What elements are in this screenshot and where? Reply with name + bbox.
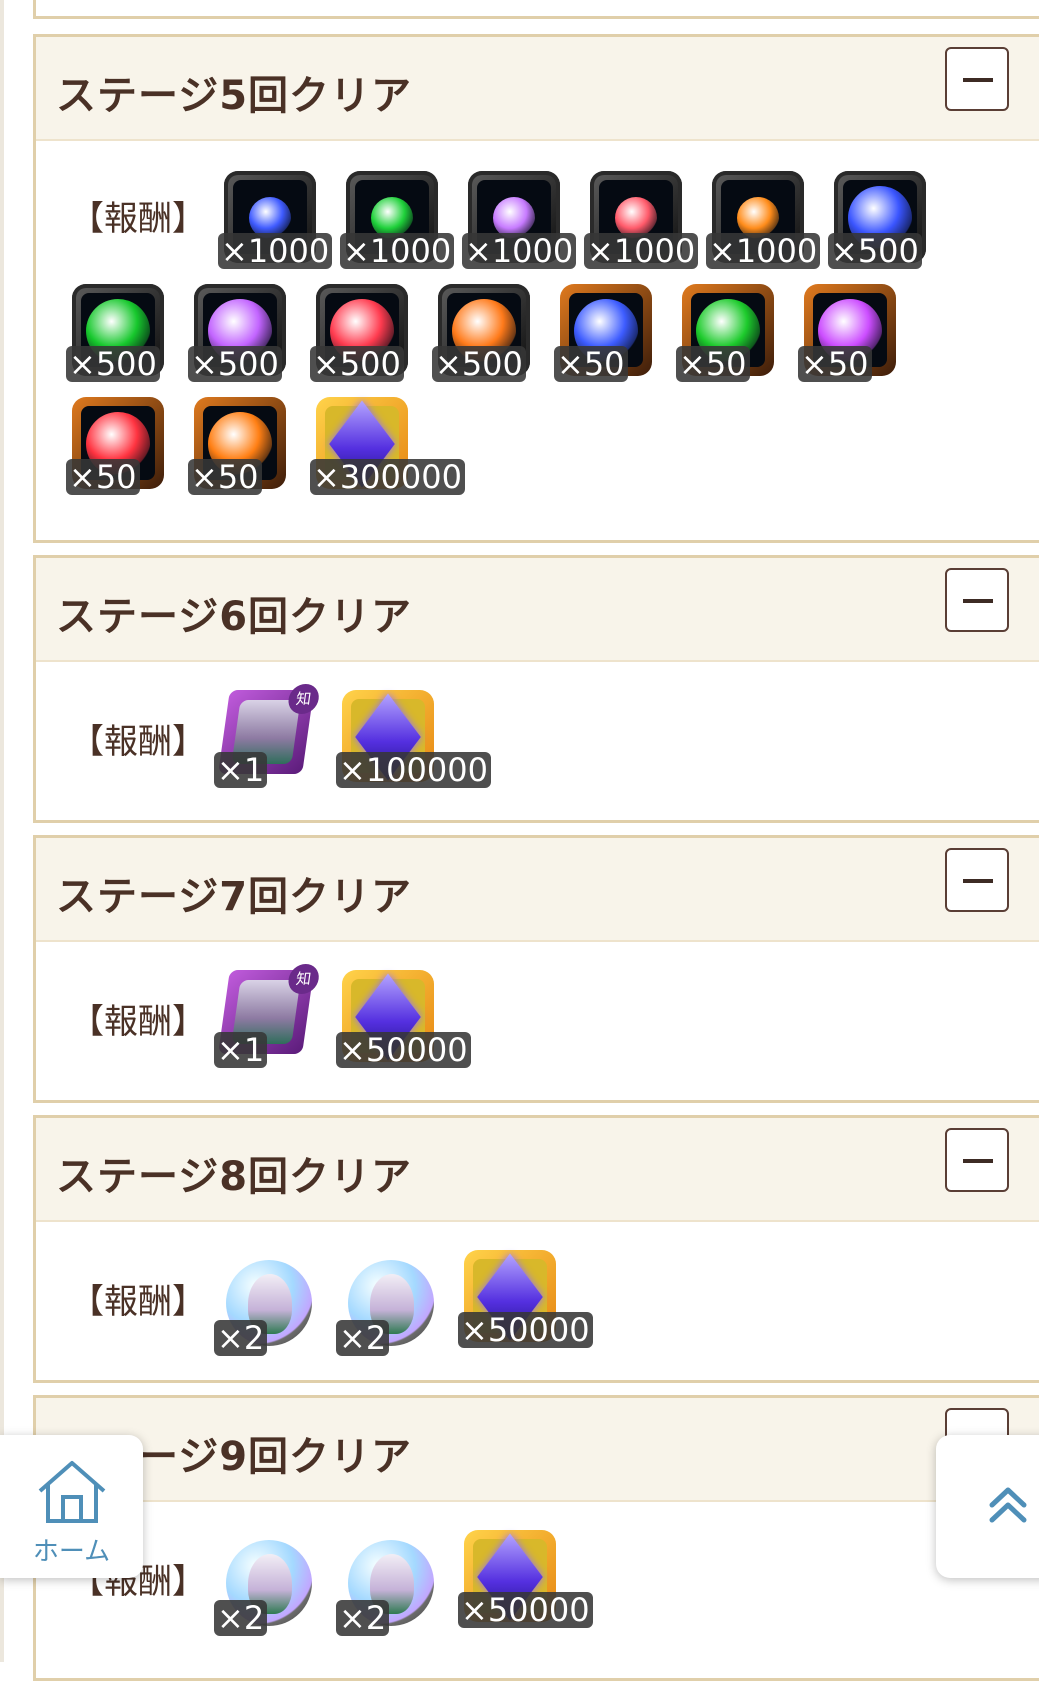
minus-icon <box>963 1159 993 1163</box>
section-title: ステージ5回クリア <box>56 73 413 119</box>
reward-item[interactable]: ×500 <box>188 284 288 384</box>
previous-section-bottom <box>33 0 1039 19</box>
collapse-toggle-button[interactable] <box>945 848 1009 912</box>
reward-item[interactable]: ×1000 <box>340 171 455 271</box>
section-title: ステージ6回クリア <box>56 594 413 640</box>
attribute-badge: 知 <box>286 684 321 714</box>
reward-item[interactable]: ×50000 <box>458 1530 593 1630</box>
reward-item[interactable]: ×1000 <box>462 171 577 271</box>
item-count: ×50 <box>798 346 872 382</box>
reward-item[interactable]: ×50 <box>66 397 166 497</box>
minus-icon <box>963 78 993 82</box>
reward-label: 【報酬】 <box>70 1002 206 1042</box>
reward-item[interactable]: ×50000 <box>336 970 471 1070</box>
reward-section-stage7: ステージ7回クリア 【報酬】 知 ×1 ×50000 <box>33 835 1039 1103</box>
reward-item[interactable]: ×500 <box>66 284 166 384</box>
item-count: ×2 <box>336 1600 390 1636</box>
scroll-to-top-button[interactable] <box>936 1435 1039 1578</box>
section-header[interactable]: ステージ7回クリア <box>36 838 1039 942</box>
item-count: ×1 <box>214 1032 268 1068</box>
reward-item[interactable]: ×50 <box>554 284 654 384</box>
item-count: ×2 <box>214 1320 268 1356</box>
attribute-badge: 知 <box>286 964 321 994</box>
reward-item[interactable]: ×50 <box>676 284 776 384</box>
reward-label: 【報酬】 <box>70 1282 206 1322</box>
reward-item[interactable]: ×2 <box>336 1538 436 1638</box>
reward-item[interactable]: ×1000 <box>584 171 699 271</box>
reward-item[interactable]: ×500 <box>310 284 410 384</box>
house-icon <box>38 1461 106 1523</box>
item-count: ×1000 <box>462 233 577 269</box>
item-count: ×50000 <box>458 1592 593 1628</box>
reward-item[interactable]: ×2 <box>214 1538 314 1638</box>
reward-item[interactable]: ×1000 <box>706 171 821 271</box>
collapse-toggle-button[interactable] <box>945 568 1009 632</box>
item-count: ×500 <box>432 346 526 382</box>
item-count: ×500 <box>828 233 922 269</box>
item-count: ×1 <box>214 752 268 788</box>
item-count: ×1000 <box>584 233 699 269</box>
minus-icon <box>963 599 993 603</box>
item-count: ×50 <box>66 459 140 495</box>
reward-item[interactable]: ×500 <box>432 284 532 384</box>
item-count: ×50000 <box>458 1312 593 1348</box>
reward-item[interactable]: 知 ×1 <box>214 964 321 1070</box>
reward-section-stage5: ステージ5回クリア 【報酬】 ×1000 ×1000 ×1000 ×1000 ×1000… <box>33 34 1039 543</box>
section-header[interactable]: ステージ8回クリア <box>36 1118 1039 1222</box>
collapse-toggle-button[interactable] <box>945 47 1009 111</box>
collapse-toggle-button[interactable] <box>945 1128 1009 1192</box>
home-button[interactable]: ホーム <box>0 1435 143 1578</box>
item-count: ×2 <box>336 1320 390 1356</box>
reward-item[interactable]: ×50 <box>798 284 898 384</box>
reward-item[interactable]: 知 ×1 <box>214 684 321 790</box>
reward-item[interactable]: ×500 <box>828 171 928 271</box>
item-count: ×500 <box>66 346 160 382</box>
reward-item[interactable]: ×100000 <box>336 690 491 790</box>
reward-section-stage9: ステージ9回クリア 【報酬】 ×2 ×2 ×50000 <box>33 1395 1039 1681</box>
item-count: ×1000 <box>706 233 821 269</box>
minus-icon <box>963 879 993 883</box>
reward-section-stage6: ステージ6回クリア 【報酬】 知 ×1 ×100000 <box>33 555 1039 823</box>
section-header[interactable]: ステージ6回クリア <box>36 558 1039 662</box>
item-count: ×100000 <box>336 752 491 788</box>
reward-item[interactable]: ×2 <box>214 1258 314 1358</box>
item-count: ×50 <box>188 459 262 495</box>
page-left-border <box>0 0 4 1662</box>
section-title: ステージ7回クリア <box>56 874 413 920</box>
item-count: ×500 <box>188 346 282 382</box>
item-count: ×1000 <box>218 233 333 269</box>
home-label: ホーム <box>32 1537 111 1567</box>
item-count: ×50000 <box>336 1032 471 1068</box>
item-count: ×1000 <box>340 233 455 269</box>
item-count: ×300000 <box>310 459 465 495</box>
item-count: ×500 <box>310 346 404 382</box>
section-header[interactable]: ステージ5回クリア <box>36 37 1039 141</box>
reward-item[interactable]: ×50000 <box>458 1250 593 1350</box>
item-count: ×50 <box>676 346 750 382</box>
reward-section-stage8: ステージ8回クリア 【報酬】 ×2 ×2 ×50000 <box>33 1115 1039 1383</box>
section-title: ステージ8回クリア <box>56 1154 413 1200</box>
reward-item[interactable]: ×2 <box>336 1258 436 1358</box>
reward-label: 【報酬】 <box>70 722 206 762</box>
reward-item[interactable]: ×50 <box>188 397 288 497</box>
item-count: ×2 <box>214 1600 268 1636</box>
item-count: ×50 <box>554 346 628 382</box>
section-header[interactable]: ステージ9回クリア <box>36 1398 1039 1502</box>
double-chevron-up-icon <box>989 1487 1027 1523</box>
reward-label: 【報酬】 <box>70 199 206 239</box>
reward-item[interactable]: ×1000 <box>218 171 333 271</box>
reward-item[interactable]: ×300000 <box>310 397 465 497</box>
